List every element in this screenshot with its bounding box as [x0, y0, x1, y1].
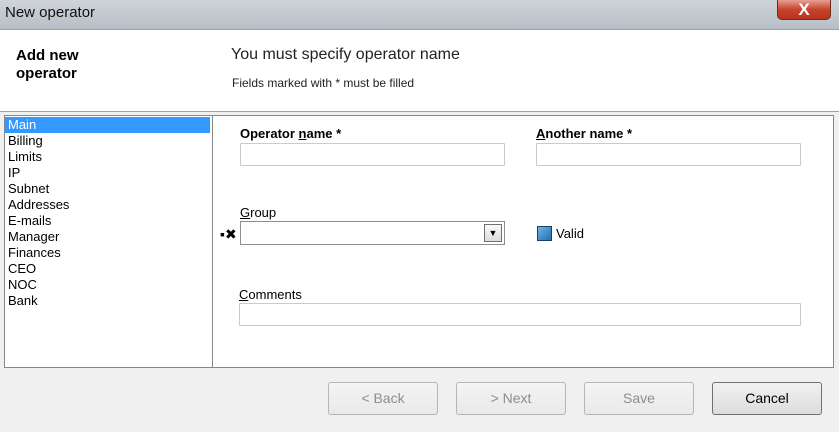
valid-label: Valid [556, 226, 584, 241]
label-text: nother name * [545, 126, 633, 141]
sidebar-item-label: Addresses [8, 197, 70, 212]
sidebar-item-label: NOC [8, 277, 37, 292]
header-hint: Fields marked with * must be filled [232, 76, 415, 90]
sidebar-item-label: Manager [8, 229, 60, 244]
sidebar-item-label: Subnet [8, 181, 50, 196]
label-accel: C [239, 287, 249, 302]
comments-input[interactable] [239, 303, 801, 326]
sidebar-item-limits[interactable]: Limits [5, 149, 210, 165]
title-bar: New operator X [0, 0, 839, 30]
required-marker-icon: ▪✖ [220, 226, 237, 242]
sidebar-item-ip[interactable]: IP [5, 165, 210, 181]
label-accel: A [536, 126, 546, 141]
label-accel: G [240, 205, 251, 220]
group-label: Group [240, 205, 276, 220]
back-button[interactable]: < Back [328, 382, 438, 415]
chevron-down-icon[interactable]: ▼ [484, 224, 502, 242]
label-text: roup [250, 205, 277, 220]
button-bar: < Back > Next Save Cancel [0, 369, 839, 432]
sidebar-item-finances[interactable]: Finances [5, 245, 210, 261]
group-select[interactable]: ▼ [240, 221, 505, 245]
valid-checkbox[interactable] [537, 226, 552, 241]
sidebar-item-label: IP [8, 165, 21, 180]
sidebar-item-label: Finances [8, 245, 61, 260]
sidebar-item-emails[interactable]: E-mails [5, 213, 210, 229]
sidebar-item-noc[interactable]: NOC [5, 277, 210, 293]
sidebar-item-label: Billing [8, 133, 43, 148]
dialog-header: Add new operator You must specify operat… [0, 30, 839, 112]
sidebar: Main Billing Limits IP Subnet Addresses … [4, 115, 213, 368]
sidebar-item-main[interactable]: Main [5, 117, 210, 133]
sidebar-item-addresses[interactable]: Addresses [5, 197, 210, 213]
close-icon: X [798, 0, 810, 19]
sidebar-item-ceo[interactable]: CEO [5, 261, 210, 277]
sidebar-item-billing[interactable]: Billing [5, 133, 210, 149]
cancel-button[interactable]: Cancel [712, 382, 822, 415]
save-button[interactable]: Save [584, 382, 694, 415]
close-button[interactable]: X [777, 0, 831, 20]
titlebar-texture [180, 0, 739, 30]
label-text: omments [248, 287, 302, 302]
sidebar-item-bank[interactable]: Bank [5, 293, 210, 309]
sidebar-item-label: CEO [8, 261, 37, 276]
sidebar-item-subnet[interactable]: Subnet [5, 181, 210, 197]
operator-name-label: Operator name * [240, 126, 341, 141]
sidebar-item-label: E-mails [8, 213, 52, 228]
another-name-input[interactable] [536, 143, 801, 166]
label-text: Operator [240, 126, 299, 141]
header-title: Add new operator [16, 47, 79, 82]
sidebar-item-label: Limits [8, 149, 42, 164]
another-name-label: Another name * [536, 126, 632, 141]
sidebar-item-manager[interactable]: Manager [5, 229, 210, 245]
comments-label: Comments [239, 287, 302, 302]
window-title: New operator [5, 4, 96, 21]
header-message: You must specify operator name [231, 46, 460, 63]
operator-name-input[interactable] [240, 143, 505, 166]
sidebar-item-label: Main [8, 117, 37, 132]
main-panel: Operator name * Another name * Group ▪✖ … [212, 115, 834, 368]
next-button[interactable]: > Next [456, 382, 566, 415]
sidebar-item-label: Bank [8, 293, 38, 308]
label-text: ame * [306, 126, 342, 141]
